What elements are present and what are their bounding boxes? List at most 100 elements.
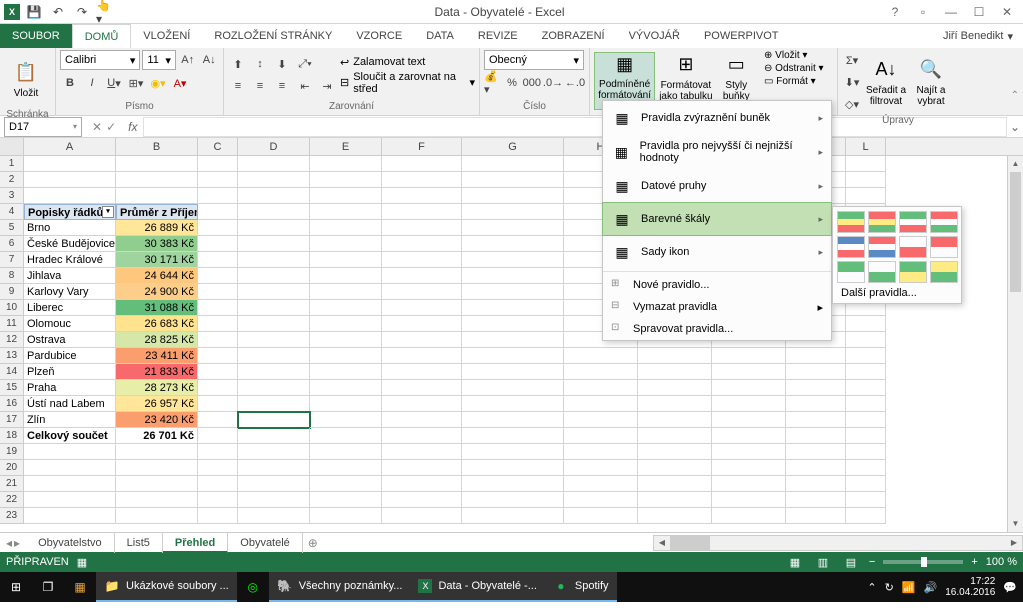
- cell[interactable]: [238, 172, 310, 188]
- percent-format-icon[interactable]: %: [503, 73, 520, 93]
- filter-dropdown-icon[interactable]: ▾: [102, 206, 114, 218]
- cell[interactable]: [462, 348, 564, 364]
- cell[interactable]: [786, 412, 846, 428]
- cell[interactable]: [564, 428, 638, 444]
- cell[interactable]: [382, 364, 462, 380]
- cell[interactable]: [846, 188, 886, 204]
- row-header[interactable]: 5: [0, 220, 24, 236]
- cell[interactable]: [846, 332, 886, 348]
- cell[interactable]: [198, 156, 238, 172]
- cell[interactable]: [846, 460, 886, 476]
- increase-indent-icon[interactable]: ⇥: [317, 76, 337, 96]
- column-header[interactable]: F: [382, 138, 462, 155]
- row-header[interactable]: 19: [0, 444, 24, 460]
- color-scale-option[interactable]: [837, 261, 865, 283]
- cell[interactable]: 26 957 Kč: [116, 396, 198, 412]
- cell[interactable]: [462, 236, 564, 252]
- cell[interactable]: [382, 444, 462, 460]
- cf-menu-item[interactable]: ▦Pravidla zvýraznění buněk▸: [603, 101, 831, 135]
- qat-redo-icon[interactable]: ↷: [72, 2, 92, 22]
- color-scale-option[interactable]: [899, 261, 927, 283]
- cell[interactable]: [712, 508, 786, 524]
- cell[interactable]: [310, 204, 382, 220]
- cell[interactable]: [712, 460, 786, 476]
- cell[interactable]: Karlovy Vary: [24, 284, 116, 300]
- expand-formula-bar-icon[interactable]: ⌄: [1007, 120, 1023, 134]
- cell[interactable]: [310, 156, 382, 172]
- cell[interactable]: [786, 444, 846, 460]
- page-layout-view-icon[interactable]: ▥: [813, 554, 833, 570]
- ribbon-tab[interactable]: DATA: [414, 24, 466, 48]
- fx-icon[interactable]: fx: [122, 120, 143, 134]
- cell[interactable]: Ostrava: [24, 332, 116, 348]
- cell[interactable]: [638, 412, 712, 428]
- cell[interactable]: [462, 316, 564, 332]
- row-header[interactable]: 13: [0, 348, 24, 364]
- cell[interactable]: [846, 412, 886, 428]
- cell[interactable]: [310, 332, 382, 348]
- cell[interactable]: [382, 300, 462, 316]
- macro-record-icon[interactable]: ▦: [77, 556, 87, 569]
- cell[interactable]: Brno: [24, 220, 116, 236]
- row-header[interactable]: 20: [0, 460, 24, 476]
- cell[interactable]: [198, 492, 238, 508]
- increase-decimal-icon[interactable]: .0→: [543, 73, 563, 93]
- qat-touch-icon[interactable]: 👆▾: [96, 2, 116, 22]
- cell[interactable]: [846, 364, 886, 380]
- cell[interactable]: [198, 236, 238, 252]
- row-header[interactable]: 8: [0, 268, 24, 284]
- cell[interactable]: [382, 172, 462, 188]
- maximize-icon[interactable]: ☐: [967, 2, 991, 22]
- column-header[interactable]: B: [116, 138, 198, 155]
- row-header[interactable]: 2: [0, 172, 24, 188]
- minimize-icon[interactable]: —: [939, 2, 963, 22]
- manage-rules-menuitem[interactable]: ⊡Spravovat pravidla...: [603, 318, 831, 340]
- user-name[interactable]: Jiří Benedikt ▾: [933, 24, 1023, 48]
- format-cells-button[interactable]: ▭ Formát ▾: [764, 76, 833, 87]
- cell[interactable]: [310, 316, 382, 332]
- row-header[interactable]: 21: [0, 476, 24, 492]
- cell[interactable]: [310, 300, 382, 316]
- cell[interactable]: [712, 412, 786, 428]
- cell[interactable]: [310, 220, 382, 236]
- cell[interactable]: [786, 396, 846, 412]
- color-scale-option[interactable]: [837, 236, 865, 258]
- row-header[interactable]: 11: [0, 316, 24, 332]
- cell[interactable]: [382, 316, 462, 332]
- row-header[interactable]: 16: [0, 396, 24, 412]
- cell[interactable]: [712, 476, 786, 492]
- cell[interactable]: [198, 364, 238, 380]
- cell[interactable]: [24, 172, 116, 188]
- cell[interactable]: [238, 396, 310, 412]
- column-header[interactable]: C: [198, 138, 238, 155]
- cell[interactable]: [24, 492, 116, 508]
- clear-rules-menuitem[interactable]: ⊟Vymazat pravidla▸: [603, 296, 831, 318]
- cell[interactable]: [846, 428, 886, 444]
- cell[interactable]: [24, 188, 116, 204]
- delete-cells-button[interactable]: ⊖ Odstranit ▾: [764, 63, 833, 74]
- cell[interactable]: [310, 364, 382, 380]
- cf-menu-item[interactable]: ▦Datové pruhy▸: [603, 169, 831, 203]
- ribbon-tab[interactable]: VLOŽENÍ: [131, 24, 202, 48]
- collapse-ribbon-icon[interactable]: ⌃: [1011, 90, 1019, 101]
- normal-view-icon[interactable]: ▦: [785, 554, 805, 570]
- cell[interactable]: [462, 220, 564, 236]
- bold-button[interactable]: B: [60, 73, 80, 93]
- cell[interactable]: [116, 476, 198, 492]
- column-header[interactable]: E: [310, 138, 382, 155]
- cell[interactable]: [712, 396, 786, 412]
- cell[interactable]: [198, 348, 238, 364]
- sheet-tab[interactable]: Obyvatelstvo: [26, 533, 115, 553]
- cell[interactable]: [462, 508, 564, 524]
- cell[interactable]: [310, 236, 382, 252]
- cell[interactable]: [462, 444, 564, 460]
- cell[interactable]: [238, 444, 310, 460]
- cell[interactable]: [638, 380, 712, 396]
- cell[interactable]: [116, 172, 198, 188]
- cell[interactable]: [846, 396, 886, 412]
- cell[interactable]: [846, 156, 886, 172]
- cell[interactable]: [638, 396, 712, 412]
- cell[interactable]: [238, 460, 310, 476]
- align-top-icon[interactable]: ⬆: [228, 54, 248, 74]
- cell[interactable]: [238, 156, 310, 172]
